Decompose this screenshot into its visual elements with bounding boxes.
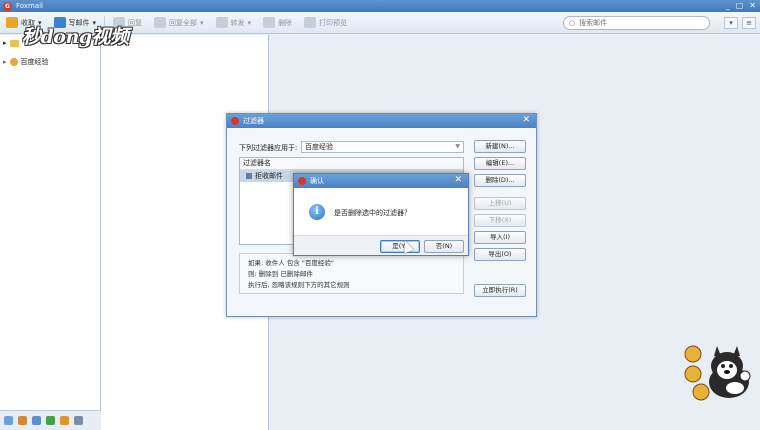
confirm-dialog-titlebar: 确认 ✕: [294, 174, 468, 188]
delete-icon: [263, 17, 276, 28]
confirm-dialog-footer: 是(Y) 否(N): [294, 235, 468, 255]
confirm-message: 是否删除选中的过滤器？: [334, 209, 411, 217]
foxmail-logo-icon: [231, 117, 239, 125]
close-icon[interactable]: ✕: [454, 175, 462, 185]
filter-item-label: 拒收邮件: [255, 172, 283, 180]
close-icon[interactable]: ✕: [522, 115, 530, 125]
search-icon: ○: [569, 19, 576, 27]
account-icon: [9, 58, 18, 66]
reply-all-button[interactable]: 回复全部 ▾: [148, 14, 210, 32]
filter-rule-condition: 如果: 收件人 包含 "百度经验": [248, 259, 334, 267]
mail-icon[interactable]: [4, 416, 13, 425]
confirm-dialog-title: 确认: [310, 177, 324, 185]
calendar-icon[interactable]: [32, 416, 41, 425]
move-down-button[interactable]: 下移(X): [474, 214, 526, 227]
minimize-button[interactable]: _: [726, 1, 730, 10]
reply-all-icon: [154, 17, 167, 28]
filter-rule-action: 则: 删除到 已删除邮件: [248, 270, 313, 278]
view-options-icon[interactable]: ▾: [724, 17, 738, 29]
forward-button[interactable]: 转发 ▾: [210, 14, 258, 32]
inbox-icon: [6, 17, 18, 28]
expand-arrow-icon: ▸: [3, 58, 7, 66]
apply-to-select[interactable]: 百度经验 ▼: [301, 141, 464, 153]
delete-button[interactable]: 删除: [257, 14, 298, 32]
folder-row-top[interactable]: ▸: [3, 39, 19, 47]
folder-pane: ▸ ▸ 百度经验: [0, 35, 101, 430]
filter-icon: [246, 173, 252, 179]
search-box: ○: [563, 16, 710, 30]
forward-label: 转发: [230, 18, 245, 27]
filter-dialog-title: 过滤器: [243, 117, 264, 125]
husky-mascot-icon: [684, 345, 751, 401]
filter-dialog-titlebar: 过滤器 ✕: [227, 114, 536, 128]
chevron-down-icon: ▼: [455, 143, 460, 150]
window-controls: _ ▢ ✕: [726, 1, 756, 10]
folder-icon: [9, 39, 19, 47]
filter-description: 如果: 收件人 包含 "百度经验" 则: 删除到 已删除邮件 执行后, 忽略该规…: [239, 253, 464, 294]
export-button[interactable]: 导出(O): [474, 248, 526, 261]
forward-icon: [215, 17, 228, 28]
import-button[interactable]: 导入(I): [474, 231, 526, 244]
printer-icon: [304, 17, 317, 28]
no-button[interactable]: 否(N): [424, 240, 464, 253]
reply-label: 回复: [128, 18, 143, 27]
app-title-bar: G Foxmail _ ▢ ✕: [0, 0, 760, 12]
confirm-dialog-body: i 是否删除选中的过滤器？: [294, 188, 468, 235]
move-up-button[interactable]: 上移(U): [474, 197, 526, 210]
search-input[interactable]: [579, 19, 700, 27]
foxmail-logo-icon: [298, 177, 306, 185]
edit-filter-button[interactable]: 编辑(E)...: [474, 157, 526, 170]
folder-item-account[interactable]: ▸ 百度经验: [3, 57, 49, 67]
info-icon: i: [309, 204, 325, 220]
contacts-icon[interactable]: [18, 416, 27, 425]
close-window-button[interactable]: ✕: [749, 1, 756, 10]
expand-arrow-icon: ▸: [3, 39, 7, 47]
account-label: 百度经验: [20, 58, 49, 66]
tasks-icon[interactable]: [74, 416, 83, 425]
run-now-button[interactable]: 立即执行(R): [474, 284, 526, 297]
print-preview-label: 打印预览: [319, 18, 348, 27]
app-title: Foxmail: [16, 2, 43, 10]
apply-to-value: 百度经验: [305, 143, 333, 151]
new-filter-button[interactable]: 新建(N)...: [474, 140, 526, 153]
print-preview-button[interactable]: 打印预览: [298, 14, 353, 32]
notes-icon[interactable]: [46, 416, 55, 425]
folder-bottom-bar: [0, 410, 101, 430]
apply-to-label: 下列过滤器应用于:: [239, 144, 298, 152]
menu-icon[interactable]: ≡: [742, 17, 756, 29]
reply-all-label: 回复全部: [169, 18, 198, 27]
rss-icon[interactable]: [60, 416, 69, 425]
toolbar-right-controls: ▾ ≡: [724, 17, 756, 29]
delete-filter-button[interactable]: 删除(D)...: [474, 174, 526, 187]
confirm-dialog: 确认 ✕ i 是否删除选中的过滤器？ 是(Y) 否(N): [293, 173, 469, 256]
watermark-text: 秒dong视频: [22, 26, 129, 48]
filter-list-header: 过滤器名: [240, 158, 463, 170]
filter-rule-option: 执行后, 忽略该规则下方的其它规则: [248, 281, 350, 289]
foxmail-logo-icon: G: [3, 1, 12, 11]
delete-label: 删除: [278, 18, 293, 27]
maximize-button[interactable]: ▢: [736, 1, 744, 10]
